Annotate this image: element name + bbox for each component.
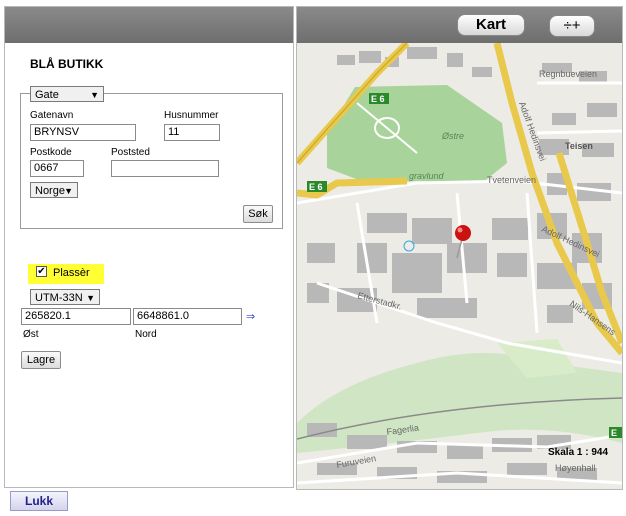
country-select[interactable]: Norge ▼ xyxy=(30,182,78,198)
pin-highlight xyxy=(457,227,463,233)
tvetenveien-label: Tvetenveien xyxy=(487,175,536,185)
map-button[interactable]: Kart xyxy=(457,14,525,36)
chevron-down-icon: ▼ xyxy=(64,186,73,196)
zoom-button[interactable]: ÷+ xyxy=(549,15,595,37)
search-type-select[interactable]: Gate ▼ xyxy=(30,86,104,102)
postcode-input[interactable]: 0667 xyxy=(30,160,84,177)
gravlund-label: gravlund xyxy=(409,171,445,181)
projection-select[interactable]: UTM-33N ▼ xyxy=(30,289,100,305)
e-label-right: E xyxy=(611,428,617,438)
save-button[interactable]: Lagre xyxy=(21,351,61,369)
house-number-label: Husnummer xyxy=(164,110,219,121)
regnbueveien-label: Regnbueveien xyxy=(539,69,597,79)
ostre-label: Østre xyxy=(441,131,464,141)
placement-label: Plassèr xyxy=(53,267,90,279)
coordinate-arrow-icon[interactable]: ⇒ xyxy=(246,310,255,323)
map-scale: Skala 1 : 944 xyxy=(548,447,608,458)
street-label: Gatenavn xyxy=(30,110,74,121)
east-label: Øst xyxy=(23,329,39,340)
form-panel xyxy=(4,6,294,488)
search-type-value: Gate xyxy=(35,89,59,101)
street-input[interactable]: BRYNSV xyxy=(30,124,136,141)
projection-value: UTM-33N xyxy=(35,292,83,304)
east-input[interactable]: 265820.1 xyxy=(21,308,131,325)
map-pin-icon xyxy=(455,225,471,241)
house-number-input[interactable]: 11 xyxy=(164,124,220,141)
postcode-label: Postkode xyxy=(30,147,72,158)
form-panel-header xyxy=(5,7,293,43)
place-label: Poststed xyxy=(111,147,150,158)
north-input[interactable]: 6648861.0 xyxy=(133,308,242,325)
footer-bar xyxy=(0,490,626,516)
map-canvas[interactable]: E 6 E 6 E Østre gravlund Regnbueveien Te… xyxy=(297,43,622,489)
placement-checkbox[interactable]: ✔ xyxy=(36,266,47,277)
chevron-down-icon: ▼ xyxy=(86,293,95,303)
place-input[interactable] xyxy=(111,160,219,177)
teisen-label: Teisen xyxy=(565,141,593,151)
e6-label-left: E 6 xyxy=(309,182,323,192)
hoyenhall-label: Høyenhall xyxy=(555,463,596,473)
north-label: Nord xyxy=(135,329,157,340)
country-value: Norge xyxy=(35,185,65,197)
search-button[interactable]: Søk xyxy=(243,205,273,223)
e6-label-top: E 6 xyxy=(371,94,385,104)
map-header: Kart ÷+ xyxy=(297,7,622,43)
close-button[interactable]: Lukk xyxy=(10,491,68,511)
page-title: BLÅ BUTIKK xyxy=(30,57,104,71)
map-panel: Kart ÷+ E 6 E 6 E Østre gravlund Regnbue… xyxy=(296,6,623,490)
chevron-down-icon: ▼ xyxy=(90,90,99,100)
